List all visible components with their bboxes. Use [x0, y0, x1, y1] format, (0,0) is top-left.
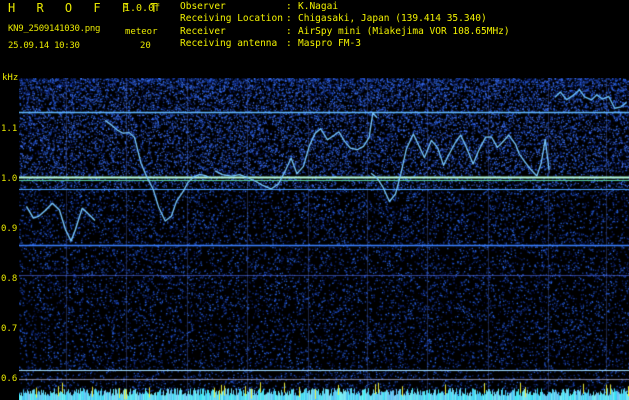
y-tick-label: 0.8	[1, 274, 18, 284]
observation-info: Observer: K.Nagai Receiving Location: Chig…	[180, 1, 510, 51]
y-tick-label: 0.6	[1, 374, 18, 384]
khz-unit-label: kHz	[2, 73, 19, 83]
info-row-observer: Observer: K.Nagai	[180, 1, 339, 12]
y-tick-label: 0.7	[1, 324, 18, 334]
meteor-count: 20	[140, 41, 151, 51]
y-tick-label: 1.0	[1, 174, 18, 184]
y-tick-label: 0.9	[1, 224, 18, 234]
meteor-label: meteor	[125, 27, 158, 37]
info-row-location: Receiving Location: Chigasaki, Japan (139…	[180, 13, 487, 25]
version-label: 1.0.0f	[124, 3, 161, 14]
capture-datetime: 25.09.14 10:30	[8, 41, 80, 51]
spectrogram-canvas	[19, 78, 629, 400]
y-tick-label: 1.1	[1, 124, 18, 134]
info-row-receiver: Receiver: AirSpy mini (Miakejima VOR 108.…	[180, 25, 510, 37]
header-panel: H R O F F T 1.0.0f KN9_2509141030.png me…	[0, 0, 629, 73]
image-filename: KN9_2509141030.png	[8, 24, 101, 34]
info-row-antenna: Receiving antenna: Maspro FM-3	[180, 38, 361, 50]
